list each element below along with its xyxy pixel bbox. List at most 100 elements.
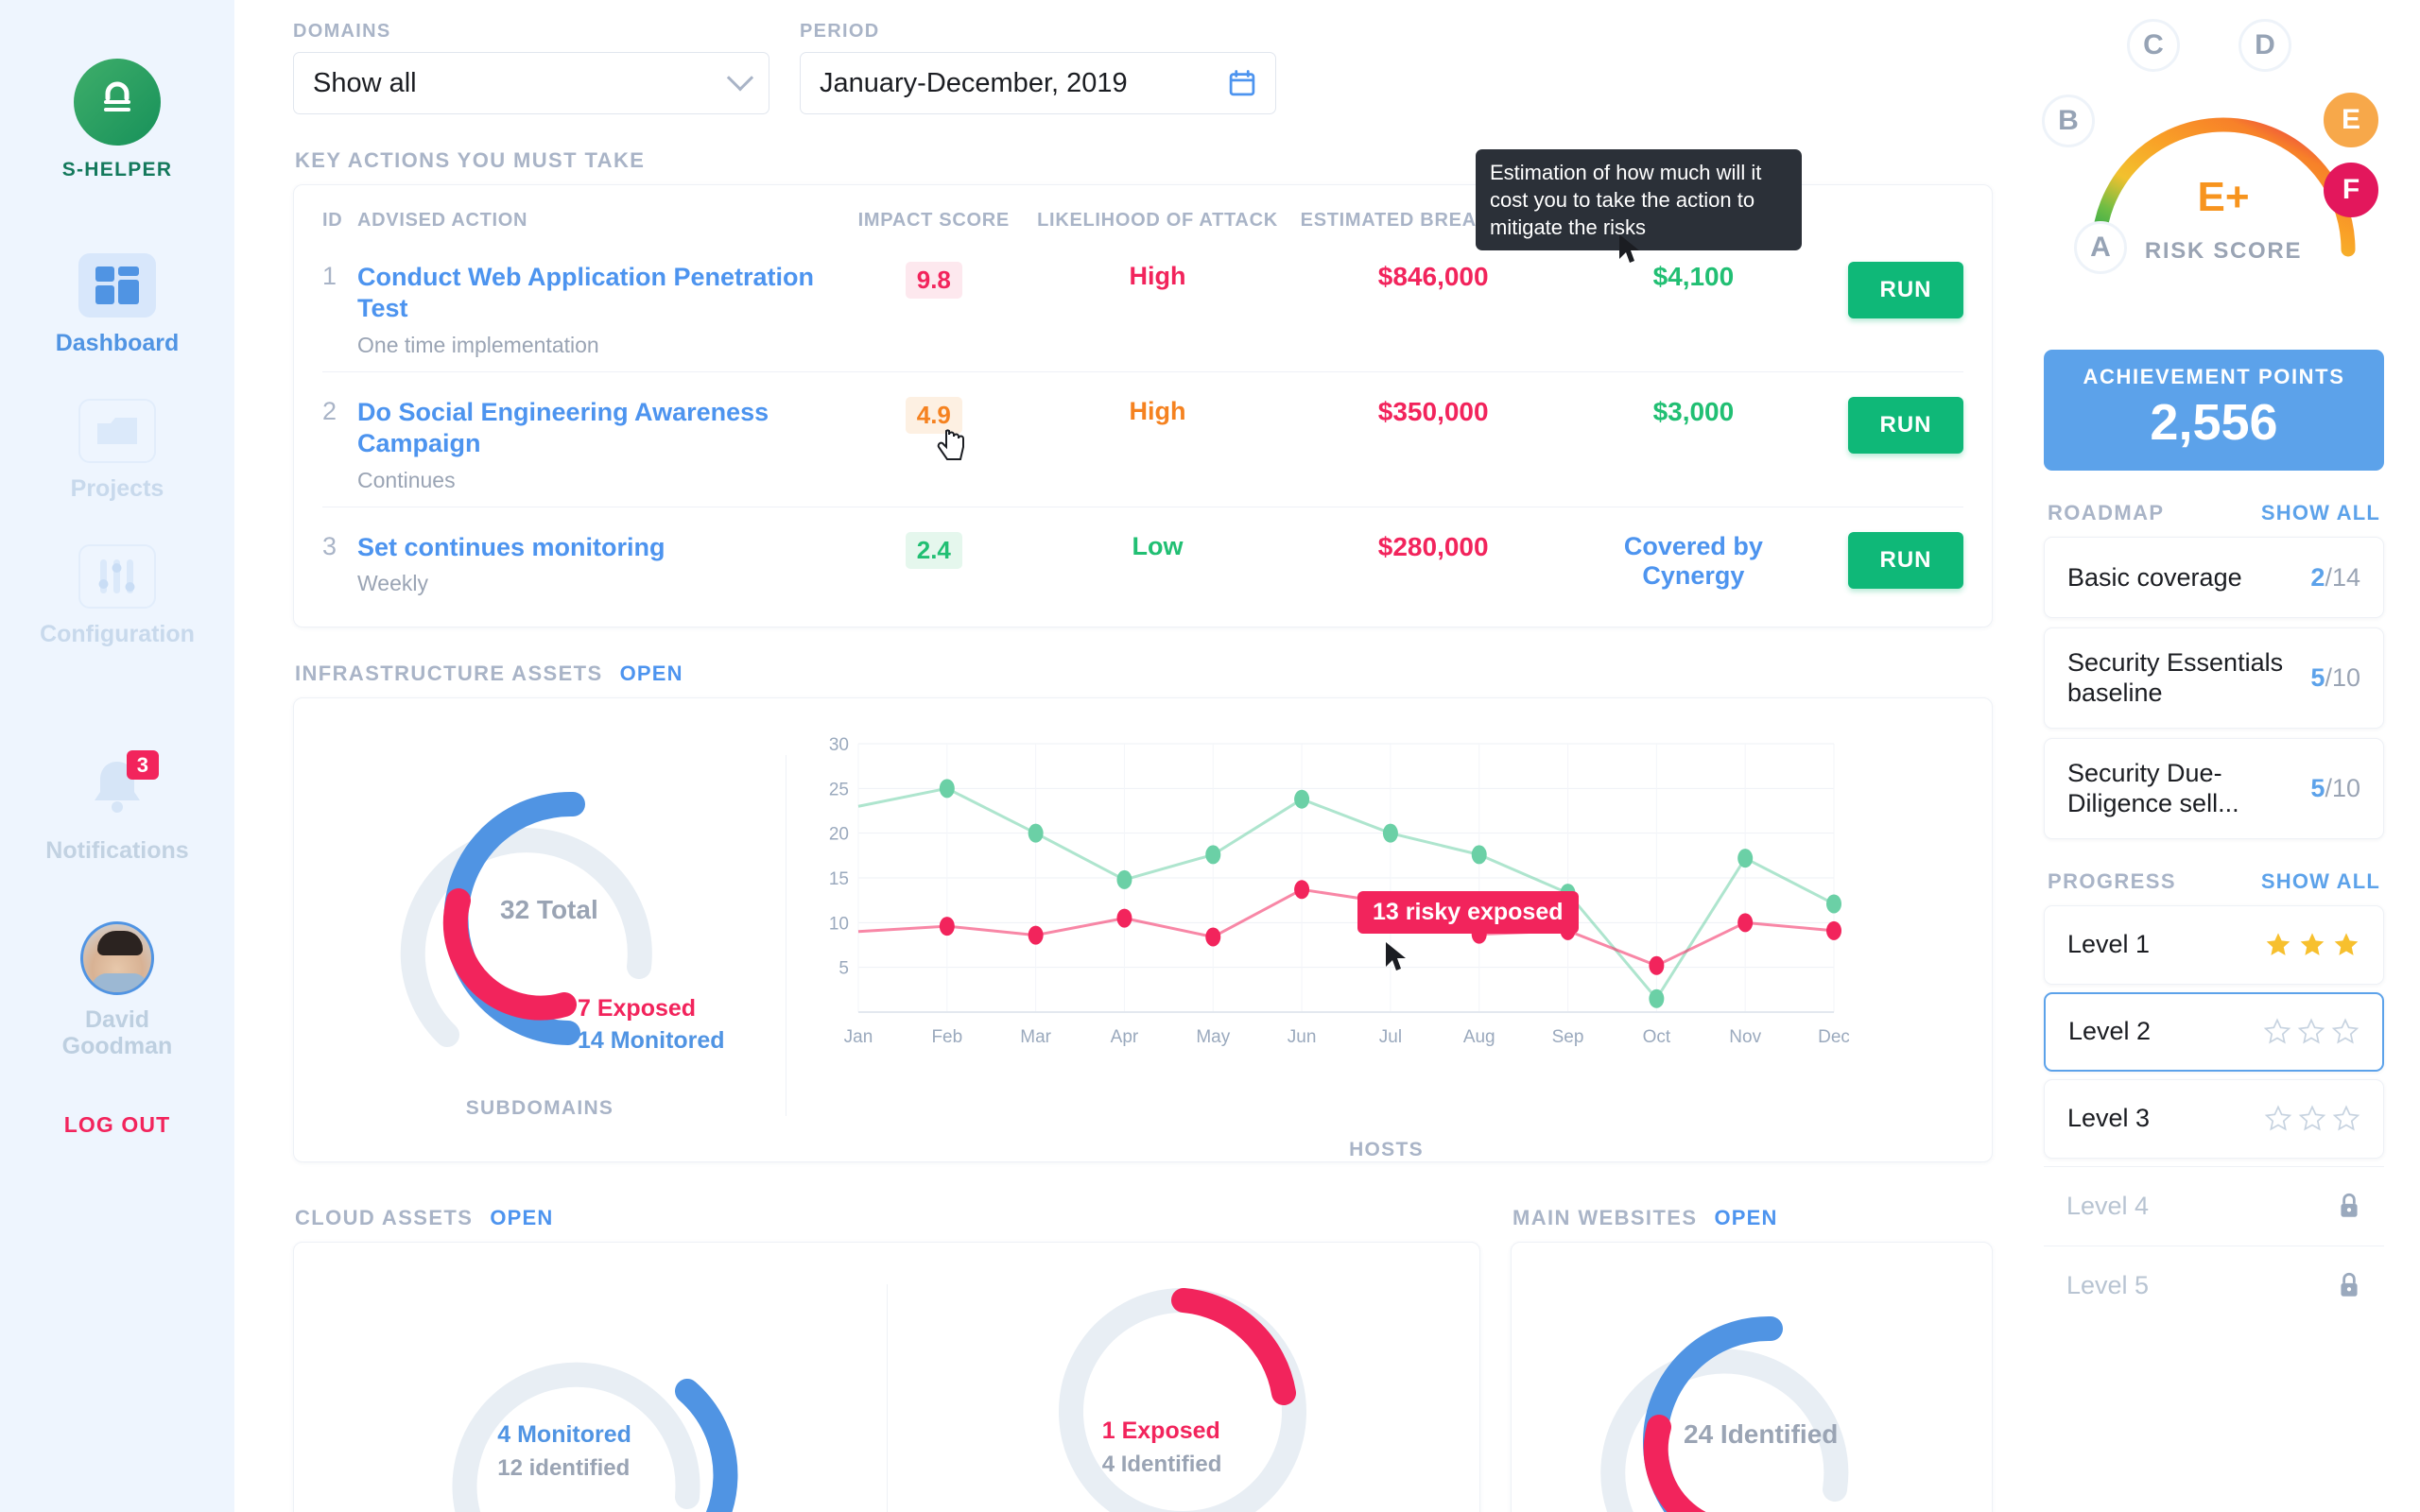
roadmap-list: Basic coverage 2/14 Security Essentials ba… bbox=[2044, 537, 2384, 839]
user-name: David Goodman bbox=[51, 1006, 183, 1059]
infrastructure-open-link[interactable]: OPEN bbox=[620, 662, 683, 686]
star-empty-icon bbox=[2298, 1105, 2326, 1131]
domains-filter: DOMAINS Show all bbox=[293, 21, 769, 114]
main-websites-card: 24 Identified 5 Vulnerable 8 Monitored bbox=[1511, 1242, 1993, 1512]
sidebar-item-dashboard[interactable]: Dashboard bbox=[0, 253, 234, 357]
domains-value: Show all bbox=[313, 67, 417, 98]
notifications-label: Notifications bbox=[45, 837, 189, 864]
run-button[interactable]: RUN bbox=[1848, 531, 1963, 589]
hosts-caption: HOSTS bbox=[1349, 1139, 1424, 1161]
fix-cost-value[interactable]: Covered by Cynergy bbox=[1624, 532, 1763, 590]
main-websites-section: MAIN WEBSITES OPEN 24 Identified 5 Vuln bbox=[1511, 1172, 1993, 1512]
period-value: January-December, 2019 bbox=[820, 67, 1128, 98]
advised-action-subtitle: One time implementation bbox=[357, 332, 599, 357]
user-profile[interactable]: David Goodman bbox=[51, 921, 183, 1059]
avatar bbox=[80, 921, 154, 995]
logout-button[interactable]: LOG OUT bbox=[64, 1112, 170, 1138]
cloud-assets-open-link[interactable]: OPEN bbox=[490, 1206, 553, 1230]
websites-donut-chart bbox=[1600, 1316, 1849, 1512]
star-filled-icon bbox=[2334, 933, 2359, 955]
row-id: 2 bbox=[322, 396, 337, 425]
cloud-identified-value: 12 identified bbox=[497, 1455, 631, 1482]
cloud-assets-title-text: CLOUD ASSETS bbox=[295, 1206, 474, 1230]
risk-score-label: RISK SCORE bbox=[2144, 238, 2303, 264]
infrastructure-title-text: INFRASTRUCTURE ASSETS bbox=[295, 662, 603, 686]
svg-text:Sep: Sep bbox=[1552, 1027, 1584, 1047]
subdomains-exposed-legend: 7 Exposed bbox=[578, 995, 697, 1022]
star-empty-icon bbox=[2297, 1018, 2325, 1044]
roadmap-title: ROADMAP bbox=[2048, 501, 2165, 524]
right-panel: A B C D E F E+ RISK SCORE ACHIEVEMENT PO… bbox=[2023, 0, 2420, 1512]
folder-icon bbox=[78, 399, 156, 463]
advised-action-link[interactable]: Do Social Engineering Awareness Campaign bbox=[357, 397, 841, 460]
subdomains-total: 32 Total bbox=[500, 895, 598, 925]
hand-cursor-icon bbox=[937, 429, 964, 460]
col-impact-header: IMPACT SCORE bbox=[857, 210, 1010, 231]
sidebar-item-label: Projects bbox=[70, 475, 164, 502]
fix-cost-value: $4,100 bbox=[1652, 262, 1735, 291]
calendar-icon[interactable] bbox=[1228, 69, 1256, 97]
progress-title: PROGRESS bbox=[2048, 868, 2176, 893]
advised-action-link[interactable]: Conduct Web Application Penetration Test bbox=[357, 262, 841, 325]
lock-logo-icon bbox=[74, 59, 161, 146]
domains-select[interactable]: Show all bbox=[293, 52, 769, 114]
filters-bar: DOMAINS Show all PERIOD January-December… bbox=[293, 21, 1993, 114]
sidebar-item-projects[interactable]: Projects bbox=[0, 399, 234, 503]
svg-text:Apr: Apr bbox=[1111, 1027, 1139, 1047]
infrastructure-card: 32 Total 7 Exposed 14 Monitored SUBDOMAI… bbox=[293, 697, 1993, 1163]
user-first-name: David bbox=[84, 1006, 150, 1033]
svg-text:Feb: Feb bbox=[931, 1027, 962, 1047]
run-button[interactable]: RUN bbox=[1848, 396, 1963, 454]
roadmap-item-progress: 5/10 bbox=[2310, 773, 2360, 802]
sidebar-item-label: Dashboard bbox=[55, 330, 180, 356]
cloud-assets-section: CLOUD ASSETS OPEN 4 Monitored 12 identif… bbox=[293, 1172, 1480, 1512]
achievement-points-label: ACHIEVEMENT POINTS bbox=[2083, 365, 2345, 388]
cloud-assets-card: 4 Monitored 12 identified 1 Exposed 4 Id… bbox=[293, 1242, 1480, 1512]
risk-grade: E+ bbox=[2197, 174, 2250, 220]
roadmap-item[interactable]: Basic coverage 2/14 bbox=[2044, 537, 2384, 618]
star-filled-icon bbox=[2266, 933, 2290, 955]
bottom-row: CLOUD ASSETS OPEN 4 Monitored 12 identif… bbox=[293, 1172, 1993, 1512]
roadmap-show-all-link[interactable]: SHOW ALL bbox=[2261, 501, 2380, 525]
arrow-cursor-icon bbox=[1619, 234, 1639, 263]
breach-cost-value: $280,000 bbox=[1377, 531, 1489, 561]
risk-node-d: D bbox=[2238, 19, 2291, 72]
progress-show-all-link[interactable]: SHOW ALL bbox=[2261, 869, 2380, 894]
progress-level-item[interactable]: Level 4 bbox=[2044, 1165, 2384, 1246]
lock-icon bbox=[2341, 1272, 2358, 1297]
breach-cost-value: $350,000 bbox=[1377, 396, 1489, 426]
col-likelihood-header: LIKELIHOOD OF ATTACK bbox=[1037, 210, 1278, 231]
row-id: 1 bbox=[322, 262, 337, 290]
period-label: PERIOD bbox=[800, 21, 880, 42]
table-row: 1 Conduct Web Application Penetration Tes… bbox=[322, 249, 1963, 371]
progress-level-item[interactable]: Level 1 bbox=[2044, 904, 2384, 985]
col-id-header: ID bbox=[322, 210, 343, 231]
period-select[interactable]: January-December, 2019 bbox=[800, 52, 1276, 114]
roadmap-item[interactable]: Security Essentials baseline 5/10 bbox=[2044, 627, 2384, 729]
cloud-right-identified-value: 4 Identified bbox=[1101, 1452, 1222, 1478]
progress-header: PROGRESS SHOW ALL bbox=[2048, 869, 2380, 894]
sidebar-item-notifications[interactable]: 3 Notifications bbox=[45, 750, 189, 865]
advised-action-link[interactable]: Set continues monitoring bbox=[357, 532, 841, 563]
achievement-points-value: 2,556 bbox=[2150, 394, 2278, 451]
svg-text:30: 30 bbox=[829, 735, 849, 755]
roadmap-item-name: Basic coverage bbox=[2067, 562, 2242, 592]
subdomains-donut-panel: 32 Total 7 Exposed 14 Monitored SUBDOMAI… bbox=[294, 710, 786, 1161]
svg-text:5: 5 bbox=[838, 959, 849, 979]
achievement-points-card[interactable]: ACHIEVEMENT POINTS 2,556 bbox=[2044, 350, 2384, 471]
notifications-badge: 3 bbox=[126, 750, 159, 781]
likelihood-value: High bbox=[1129, 262, 1186, 290]
progress-list: Level 1 Level 2 Level 3 Level 4 Level 5 bbox=[2044, 904, 2384, 1325]
sidebar-item-configuration[interactable]: Configuration bbox=[0, 544, 234, 648]
roadmap-item[interactable]: Security Due-Diligence sell... 5/10 bbox=[2044, 737, 2384, 839]
progress-level-item[interactable]: Level 3 bbox=[2044, 1078, 2384, 1159]
svg-text:Oct: Oct bbox=[1643, 1027, 1671, 1047]
cloud-exposed-value: 1 Exposed bbox=[1101, 1418, 1220, 1445]
risk-node-e: E bbox=[2324, 93, 2378, 147]
cloud-exposed-donut-panel: 1 Exposed 4 Identified bbox=[888, 1243, 1480, 1512]
progress-level-item[interactable]: Level 5 bbox=[2044, 1245, 2384, 1325]
run-button[interactable]: RUN bbox=[1848, 262, 1963, 318]
progress-level-item[interactable]: Level 2 bbox=[2044, 991, 2384, 1072]
main-websites-open-link[interactable]: OPEN bbox=[1714, 1206, 1777, 1230]
websites-donut-panel: 24 Identified 5 Vulnerable 8 Monitored bbox=[1512, 1243, 1992, 1512]
